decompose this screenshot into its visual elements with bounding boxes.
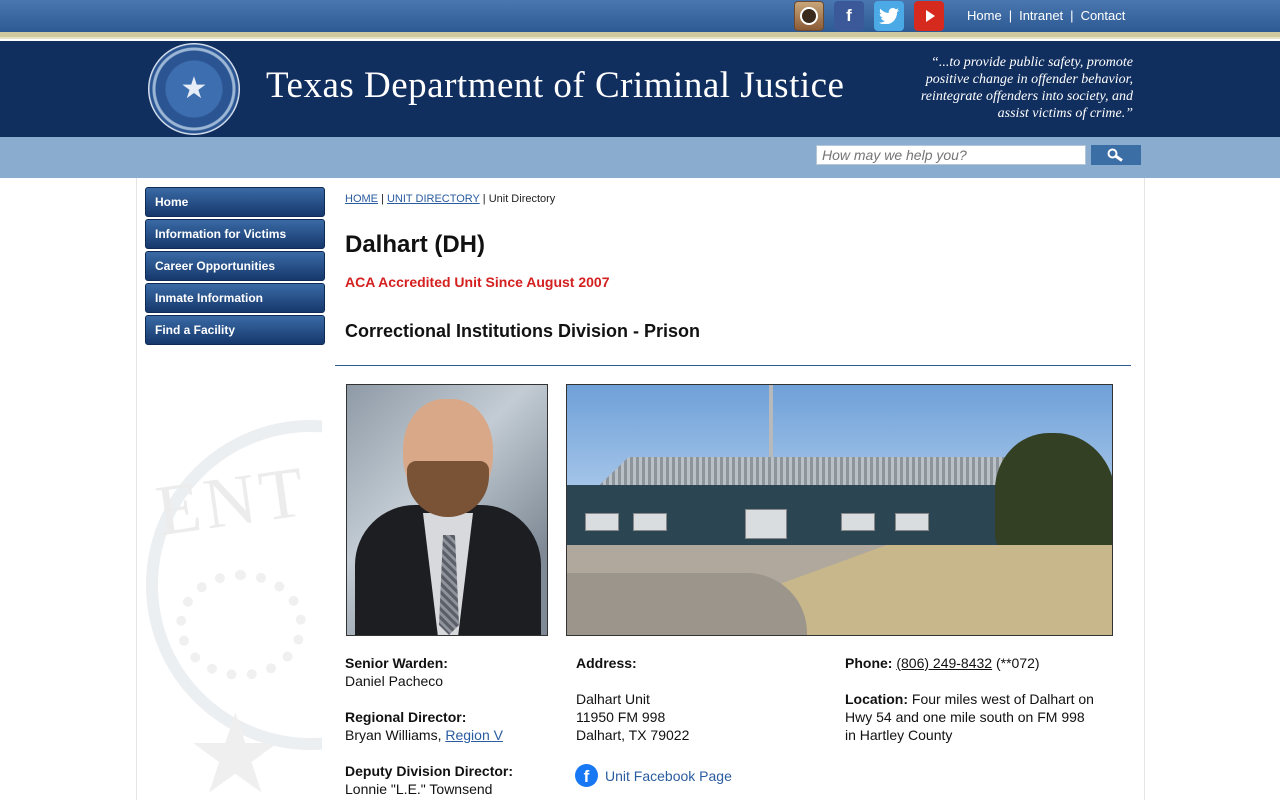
warden-label: Senior Warden: [345, 655, 448, 671]
deputy-director-label: Deputy Division Director: [345, 763, 514, 779]
top-links: Home | Intranet | Contact [967, 8, 1126, 23]
accreditation-note: ACA Accredited Unit Since August 2007 [345, 274, 610, 290]
unit-facebook-link[interactable]: f Unit Facebook Page [575, 764, 732, 787]
warden-name: Daniel Pacheco [345, 673, 444, 689]
address-line2: 11950 FM 998 [576, 709, 666, 725]
warden-photo [346, 384, 548, 636]
address-line3: Dalhart, TX 79022 [576, 727, 690, 743]
facebook-icon[interactable]: f [834, 1, 864, 31]
site-title: Texas Department of Criminal Justice [266, 65, 845, 106]
address-line1: Dalhart Unit [576, 691, 650, 707]
unit-building-photo [566, 384, 1113, 636]
phone-extension: (**072) [995, 655, 1040, 671]
youtube-icon[interactable] [914, 1, 944, 31]
left-navigation: Home Information for Victims Career Oppo… [145, 187, 325, 347]
instagram-icon[interactable] [794, 1, 824, 31]
search-button[interactable] [1091, 145, 1141, 165]
address-info: Address: Dalhart Unit 11950 FM 998 Dalha… [576, 654, 816, 744]
facebook-icon: f [575, 764, 598, 787]
twitter-icon[interactable] [874, 1, 904, 31]
nav-inmate-information[interactable]: Inmate Information [145, 283, 325, 313]
region-link[interactable]: Region V [445, 727, 503, 743]
header-stripe [0, 32, 1280, 39]
top-link-intranet[interactable]: Intranet [1019, 8, 1063, 23]
search-input[interactable] [816, 145, 1086, 165]
seal-watermark: ENT ★ [146, 420, 322, 800]
section-divider [335, 365, 1131, 366]
nav-career-opportunities[interactable]: Career Opportunities [145, 251, 325, 281]
regional-director-label: Regional Director: [345, 709, 467, 725]
staff-info: Senior Warden: Daniel Pacheco Regional D… [345, 654, 545, 798]
star-icon: ★ [180, 72, 208, 105]
location-line2: Hwy 54 and one mile south on FM 998 [845, 709, 1085, 725]
deputy-director-name: Lonnie "L.E." Townsend [345, 781, 493, 797]
unit-facebook-label: Unit Facebook Page [605, 767, 732, 784]
division-heading: Correctional Institutions Division - Pri… [345, 321, 701, 341]
nav-home[interactable]: Home [145, 187, 325, 217]
address-label: Address: [576, 655, 637, 671]
search-icon [1107, 148, 1123, 162]
search-band [0, 137, 1280, 178]
location-label: Location: [845, 691, 908, 707]
location-line3: in Hartley County [845, 727, 953, 743]
page-title: Dalhart (DH) [345, 231, 486, 258]
breadcrumb-current: Unit Directory [488, 193, 556, 205]
breadcrumb-home[interactable]: HOME [345, 193, 378, 205]
contact-info: Phone: (806) 249-8432 (**072) Location: … [845, 654, 1115, 744]
regional-director-name: Bryan Williams, [345, 727, 442, 743]
nav-information-for-victims[interactable]: Information for Victims [145, 219, 325, 249]
agency-motto: “...to provide public safety, promote po… [920, 55, 1133, 121]
location-line1: Four miles west of Dalhart on [911, 691, 1094, 707]
top-link-home[interactable]: Home [967, 8, 1002, 23]
breadcrumb-unit-directory[interactable]: UNIT DIRECTORY [387, 193, 480, 205]
top-link-contact[interactable]: Contact [1081, 8, 1126, 23]
nav-find-a-facility[interactable]: Find a Facility [145, 315, 325, 345]
phone-label: Phone: [845, 655, 893, 671]
phone-link[interactable]: (806) 249-8432 [896, 655, 992, 671]
breadcrumb: HOME | UNIT DIRECTORY | Unit Directory [345, 193, 556, 205]
